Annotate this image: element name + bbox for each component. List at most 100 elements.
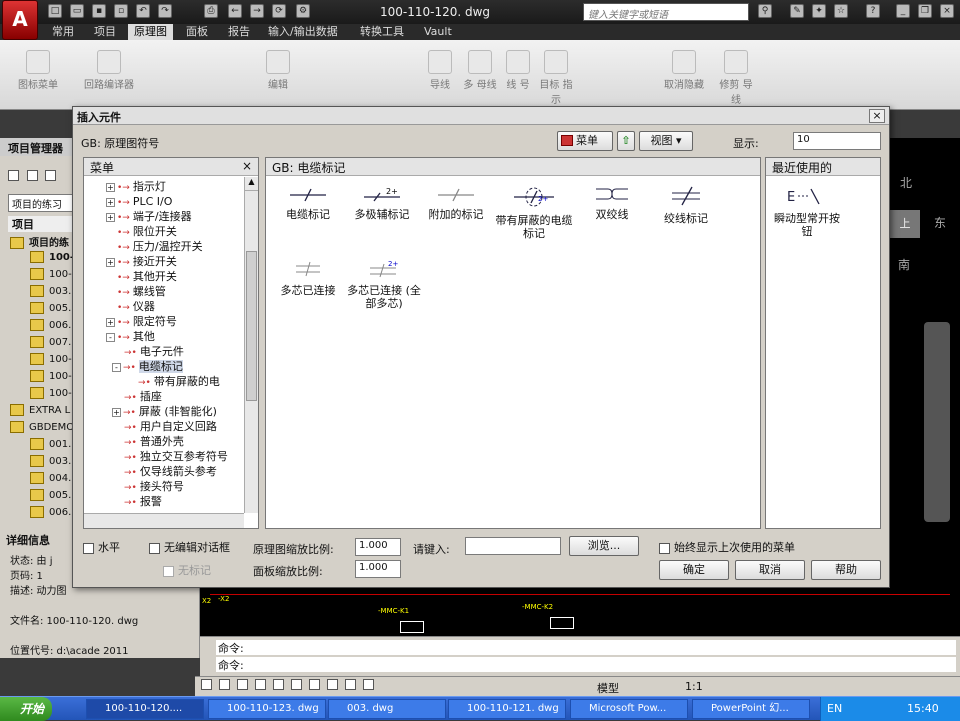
redo-icon[interactable]: ↷ bbox=[158, 4, 172, 18]
scroll-thumb[interactable] bbox=[246, 251, 257, 401]
polar-icon[interactable] bbox=[255, 679, 266, 690]
app-menu-button[interactable]: A bbox=[2, 0, 38, 40]
model-tab[interactable]: 模型 bbox=[597, 680, 619, 696]
unhide-button[interactable]: 取消隐藏 bbox=[656, 46, 712, 106]
tab-project[interactable]: 项目 bbox=[88, 24, 122, 40]
search-input[interactable]: 键入关键字或短语 bbox=[583, 3, 749, 21]
annotation-scale[interactable]: 1:1 bbox=[685, 680, 703, 693]
icon-menu-button[interactable]: 图标菜单 bbox=[10, 46, 66, 106]
tree-item[interactable]: + •→ 端子/连接器 bbox=[106, 209, 244, 224]
symbol-multicore-all[interactable]: 2+ 多芯已连接 (全部多芯) bbox=[344, 260, 424, 332]
view-dropdown[interactable]: 视图 ▾ bbox=[639, 131, 693, 151]
relay-coil-k2[interactable] bbox=[550, 617, 574, 629]
open-project-icon[interactable] bbox=[8, 169, 19, 181]
ortho-icon[interactable] bbox=[237, 679, 248, 690]
list-item[interactable]: 003. bbox=[30, 285, 71, 302]
tree-item[interactable]: →• 用户自定义回路 bbox=[106, 419, 244, 434]
menu-view-button[interactable]: 菜单 bbox=[557, 131, 613, 151]
undo-icon[interactable]: ↶ bbox=[136, 4, 150, 18]
tree-item[interactable]: + •→ 接近开关 bbox=[106, 254, 244, 269]
multi-bus-button[interactable]: 多 母线 bbox=[462, 46, 498, 106]
target-indicator-button[interactable]: 目标 指示 bbox=[538, 46, 574, 106]
tree-item[interactable]: →• 插座 bbox=[106, 389, 244, 404]
key-in-input[interactable] bbox=[465, 537, 561, 555]
new-project-icon[interactable] bbox=[26, 169, 38, 181]
browse-button[interactable]: 浏览... bbox=[569, 536, 639, 556]
tree-item[interactable]: →• 接头符号 bbox=[106, 479, 244, 494]
task-100-110-123[interactable]: 100-110-123. dwg bbox=[208, 699, 326, 719]
no-edit-dialog-checkbox[interactable] bbox=[149, 542, 160, 554]
print-icon[interactable]: ⎙ bbox=[204, 4, 218, 18]
save-as-icon[interactable]: ▫ bbox=[114, 4, 128, 18]
task-microsoft-powerpoint[interactable]: Microsoft Pow... bbox=[570, 699, 688, 719]
refresh-icon[interactable]: ⟳ bbox=[272, 4, 286, 18]
task-100-110-120[interactable]: 100-110-120.... bbox=[86, 699, 204, 719]
list-item[interactable]: 100- bbox=[30, 370, 72, 387]
tree-item[interactable]: + •→ 限定符号 bbox=[106, 314, 244, 329]
tree-item[interactable]: •→ 限位开关 bbox=[106, 224, 244, 239]
grid-icon[interactable] bbox=[219, 679, 230, 690]
schematic-scale-input[interactable]: 1.000 bbox=[355, 538, 401, 556]
edit-button[interactable]: 编辑 bbox=[258, 46, 298, 106]
list-item[interactable]: 004. bbox=[30, 472, 71, 489]
list-item[interactable]: 001. bbox=[30, 438, 71, 455]
symbol-cable-marker[interactable]: 电缆标记 bbox=[272, 186, 344, 258]
list-item[interactable]: 003. bbox=[30, 455, 71, 472]
task-powerpoint-slideshow[interactable]: PowerPoint 幻... bbox=[692, 699, 810, 719]
command-line[interactable]: 命令: bbox=[216, 657, 956, 672]
recent-item-momentary-pushbutton[interactable]: E 瞬动型常开按钮 bbox=[770, 186, 844, 258]
viewcube[interactable]: 北 东 上 南 bbox=[880, 162, 950, 292]
list-item[interactable]: 100- bbox=[30, 268, 72, 285]
trim-wire-button[interactable]: 修剪 导线 bbox=[716, 46, 756, 106]
relay-coil-k1[interactable] bbox=[400, 621, 424, 633]
tab-home[interactable]: 常用 bbox=[46, 24, 80, 40]
always-show-last-menu-checkbox[interactable] bbox=[659, 542, 670, 554]
project-gbdemo[interactable]: GBDEMO bbox=[10, 421, 74, 438]
symbol-additional-marker[interactable]: 附加的标记 bbox=[420, 186, 492, 258]
list-item[interactable]: 005. bbox=[30, 302, 71, 319]
list-item[interactable]: 006. bbox=[30, 319, 71, 336]
display-count-input[interactable]: 10 bbox=[793, 132, 881, 150]
no-tag-checkbox[interactable] bbox=[163, 565, 174, 577]
new-icon[interactable]: □ bbox=[48, 4, 62, 18]
project-extra[interactable]: EXTRA L bbox=[10, 404, 70, 421]
forward-icon[interactable]: → bbox=[250, 4, 264, 18]
always-show-last-menu-option[interactable]: 始终显示上次使用的菜单 bbox=[659, 539, 795, 555]
wrench-icon[interactable]: ✎ bbox=[790, 4, 804, 18]
minimize-icon[interactable]: _ bbox=[896, 4, 910, 18]
restore-icon[interactable]: ❐ bbox=[918, 4, 932, 18]
ok-button[interactable]: 确定 bbox=[659, 560, 729, 580]
tools-icon[interactable]: ✦ bbox=[812, 4, 826, 18]
list-item[interactable]: 100- bbox=[30, 251, 74, 268]
otrack-icon[interactable] bbox=[291, 679, 302, 690]
refresh-project-icon[interactable] bbox=[45, 169, 56, 181]
snap-icon[interactable] bbox=[201, 679, 212, 690]
tree-item[interactable]: •→ 其他开关 bbox=[106, 269, 244, 284]
no-edit-dialog-option[interactable]: 无编辑对话框 bbox=[149, 539, 230, 555]
tab-import-export[interactable]: 输入/输出数据 bbox=[262, 24, 344, 40]
tree-item[interactable]: + •→ PLC I/O bbox=[106, 194, 244, 209]
dialog-close-icon[interactable]: × bbox=[869, 109, 885, 123]
dyn-icon[interactable] bbox=[327, 679, 338, 690]
tab-schematic[interactable]: 原理图 bbox=[128, 24, 173, 40]
tree-item[interactable]: →• 电子元件 bbox=[106, 344, 244, 359]
tree-item[interactable]: →• 报警 bbox=[106, 494, 244, 509]
up-arrow-icon[interactable]: ⇧ bbox=[617, 131, 635, 151]
panel-scale-input[interactable]: 1.000 bbox=[355, 560, 401, 578]
qp-icon[interactable] bbox=[363, 679, 374, 690]
tree-item[interactable]: →• 仅导线箭头参考 bbox=[106, 464, 244, 479]
binoculars-icon[interactable]: ⚲ bbox=[758, 4, 772, 18]
back-icon[interactable]: ← bbox=[228, 4, 242, 18]
symbol-twisted-pair[interactable]: 双绞线 bbox=[576, 186, 648, 258]
help-button[interactable]: 帮助 bbox=[811, 560, 881, 580]
no-tag-option[interactable]: 无标记 bbox=[163, 562, 211, 578]
tree-item-selected[interactable]: - →• 电缆标记 bbox=[106, 359, 244, 374]
wire-button[interactable]: 导线 bbox=[420, 46, 460, 106]
wire-number-button[interactable]: 线 号 bbox=[500, 46, 536, 106]
task-100-110-121[interactable]: 100-110-121. dwg bbox=[448, 699, 566, 719]
circuit-builder-button[interactable]: 回路编译器 bbox=[78, 46, 140, 106]
open-icon[interactable]: ▭ bbox=[70, 4, 84, 18]
tree-item[interactable]: + →• 屏蔽 (非智能化) bbox=[106, 404, 244, 419]
tree-item[interactable]: - •→ 其他 bbox=[106, 329, 244, 344]
list-item[interactable]: 100- bbox=[30, 353, 72, 370]
